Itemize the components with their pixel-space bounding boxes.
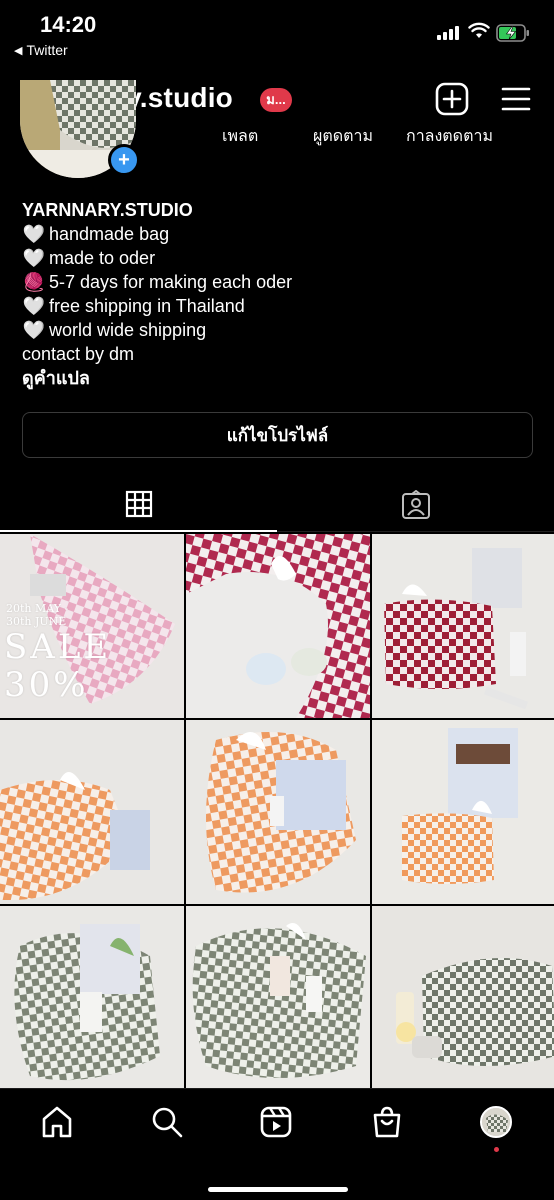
- post-image: [186, 534, 370, 718]
- tab-tagged[interactable]: [277, 478, 554, 532]
- edit-profile-button[interactable]: แก้ไขโปรไฟล์: [22, 412, 533, 458]
- post-image: [372, 534, 554, 718]
- hamburger-menu-icon[interactable]: [500, 84, 532, 114]
- notification-badge[interactable]: ม...: [260, 88, 292, 112]
- posts-grid: 20th MAY - 30th JUNE SALE 30%: [0, 534, 554, 1090]
- profile-avatar-tab[interactable]: [480, 1106, 512, 1138]
- bottom-navigation: [0, 1088, 554, 1200]
- post-thumbnail[interactable]: [0, 720, 184, 904]
- shop-icon[interactable]: [370, 1105, 404, 1139]
- sale-dates: 20th MAY -: [6, 602, 69, 615]
- avatar: [482, 1108, 510, 1136]
- notification-dot: [494, 1147, 499, 1152]
- white-heart-icon: 🤍: [22, 248, 46, 268]
- post-thumbnail[interactable]: [372, 720, 554, 904]
- bio-line-text: 5-7 days for making each oder: [49, 272, 293, 292]
- white-heart-icon: 🤍: [22, 296, 46, 316]
- grid-icon: [125, 490, 152, 518]
- sale-percent: 30%: [4, 665, 89, 705]
- post-thumbnail[interactable]: [186, 534, 370, 718]
- bio-line: 🤍 free shipping in Thailand: [22, 294, 292, 318]
- following-count-label[interactable]: กาลงตดตาม: [406, 124, 493, 149]
- search-icon[interactable]: [150, 1105, 184, 1139]
- post-image: [0, 720, 184, 904]
- home-indicator[interactable]: [208, 1187, 348, 1192]
- white-heart-icon: 🤍: [22, 320, 46, 340]
- bio-line-text: world wide shipping: [49, 320, 207, 340]
- signal-icon: [437, 26, 463, 40]
- bio-line: 🤍 handmade bag: [22, 222, 292, 246]
- post-thumbnail[interactable]: [372, 906, 554, 1090]
- bio-contact: contact by dm: [22, 344, 135, 364]
- plus-square-icon[interactable]: [435, 82, 469, 116]
- posts-count-label[interactable]: เพลต: [222, 124, 258, 149]
- bio-line: 🤍 made to oder: [22, 246, 292, 270]
- post-thumbnail[interactable]: [186, 906, 370, 1090]
- back-to-app-link[interactable]: ◀ Twitter: [14, 42, 68, 58]
- wifi-icon: [468, 22, 490, 38]
- home-icon[interactable]: [40, 1105, 74, 1139]
- post-image: [372, 720, 554, 904]
- profile-bio: YARNNARY.STUDIO 🤍 handmade bag 🤍 made to o…: [22, 198, 292, 390]
- white-heart-icon: 🤍: [22, 224, 46, 244]
- reels-icon[interactable]: [259, 1105, 293, 1139]
- sale-title: SALE: [4, 627, 112, 667]
- post-image: [186, 720, 370, 904]
- bio-line-text: free shipping in Thailand: [49, 296, 245, 316]
- post-thumbnail[interactable]: [372, 534, 554, 718]
- status-bar: 14:20 ◀ Twitter: [0, 0, 554, 68]
- profile-tabs: [0, 478, 554, 532]
- post-thumbnail[interactable]: 20th MAY - 30th JUNE SALE 30%: [0, 534, 184, 718]
- profile-display-name: YARNNARY.STUDIO: [22, 200, 193, 220]
- sale-overlay: 20th MAY - 30th JUNE SALE 30%: [4, 602, 111, 704]
- bio-line-text: handmade bag: [49, 224, 170, 244]
- battery-charging-icon: [496, 24, 529, 42]
- post-image: [186, 906, 370, 1090]
- post-image: [372, 906, 554, 1090]
- yarn-icon: 🧶: [22, 272, 46, 292]
- tagged-person-icon: [401, 489, 430, 519]
- followers-count-label[interactable]: ผูตดตาม: [313, 124, 373, 149]
- add-story-button[interactable]: +: [108, 144, 140, 176]
- post-image: [0, 906, 184, 1090]
- post-thumbnail[interactable]: [0, 906, 184, 1090]
- left-triangle-icon: ◀: [14, 44, 23, 57]
- tab-grid[interactable]: [0, 478, 277, 532]
- back-app-label: Twitter: [26, 42, 68, 58]
- see-translation-link[interactable]: ดูคำแปล: [22, 366, 292, 390]
- bio-line: 🧶 5-7 days for making each oder: [22, 270, 292, 294]
- bio-line-text: made to oder: [49, 248, 156, 268]
- post-thumbnail[interactable]: [186, 720, 370, 904]
- status-time: 14:20: [40, 12, 97, 37]
- bio-line: 🤍 world wide shipping: [22, 318, 292, 342]
